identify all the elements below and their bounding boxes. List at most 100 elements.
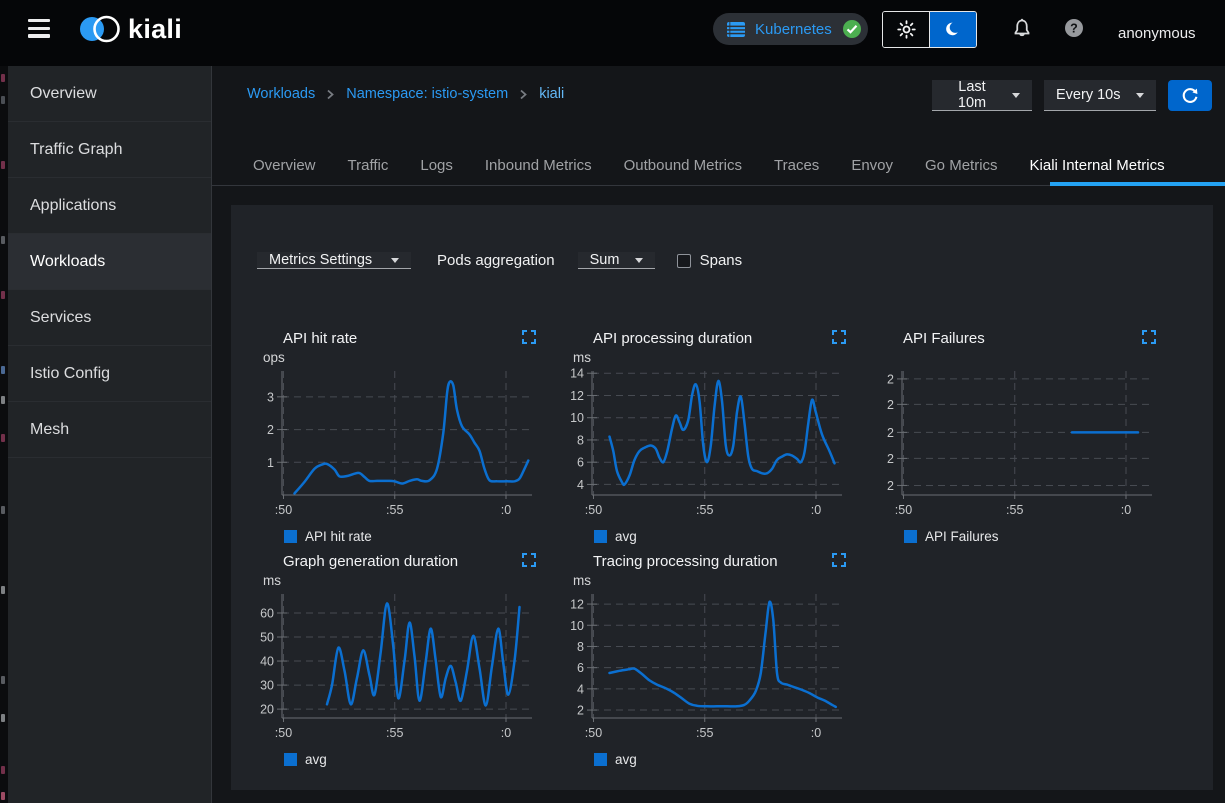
tab-overview[interactable]: Overview — [237, 145, 332, 185]
legend-item[interactable]: API hit rate — [258, 529, 540, 544]
legend-item[interactable]: avg — [568, 529, 850, 544]
refresh-button[interactable] — [1168, 80, 1212, 111]
sidebar-item-overview[interactable]: Overview — [0, 66, 211, 122]
sidebar-item-services[interactable]: Services — [0, 290, 211, 346]
artifact-speck — [1, 96, 5, 104]
y-axis-tick-label: 12 — [570, 389, 584, 403]
expand-chart-button[interactable] — [1142, 330, 1156, 347]
x-axis-tick-label: :0 — [811, 503, 821, 517]
x-axis-tick-label: :0 — [811, 726, 821, 740]
metrics-settings-select[interactable]: Metrics Settings — [257, 252, 411, 269]
expand-chart-button[interactable] — [832, 330, 846, 347]
tab-traffic[interactable]: Traffic — [332, 145, 405, 185]
legend-item[interactable]: API Failures — [878, 529, 1160, 544]
breadcrumb-link-workloads[interactable]: Workloads — [247, 86, 315, 102]
refresh-interval-select[interactable]: Every 10s — [1044, 80, 1156, 111]
tab-inbound-metrics[interactable]: Inbound Metrics — [469, 145, 608, 185]
y-axis-tick-label: 14 — [570, 367, 584, 381]
legend-swatch-icon — [904, 530, 917, 543]
caret-down-icon — [1136, 93, 1144, 98]
help-button[interactable]: ? — [1064, 18, 1084, 41]
y-axis-tick-label: 20 — [260, 703, 274, 717]
left-edge-artifact — [0, 66, 8, 803]
spans-checkbox[interactable] — [677, 254, 691, 268]
tab-traces[interactable]: Traces — [758, 145, 835, 185]
artifact-speck — [1, 236, 5, 244]
chart-plot[interactable]: :50:55:024681012 — [568, 590, 850, 742]
chart-plot[interactable]: :50:55:022222 — [878, 367, 1160, 519]
expand-chart-button[interactable] — [522, 330, 536, 347]
dark-theme-button[interactable] — [930, 12, 976, 47]
cluster-icon — [726, 20, 746, 39]
expand-chart-button[interactable] — [522, 553, 536, 570]
chart-plot[interactable]: :50:55:0468101214 — [568, 367, 850, 519]
sidebar-item-workloads[interactable]: Workloads — [0, 234, 211, 290]
chart-graph-generation-duration: Graph generation durationms:50:55:020304… — [258, 553, 540, 768]
sidebar-item-applications[interactable]: Applications — [0, 178, 211, 234]
chart-api-hit-rate: API hit rate ops:50:55:0123 API hit rate — [258, 330, 540, 545]
y-axis-tick-label: 40 — [260, 655, 274, 669]
y-axis-tick-label: 8 — [577, 433, 584, 447]
light-theme-button[interactable] — [883, 12, 930, 47]
y-axis-tick-label: 2 — [887, 372, 894, 386]
breadcrumb: Workloads Namespace: istio-system kiali — [247, 86, 564, 102]
metrics-toolbar: Metrics Settings Pods aggregation Sum Sp… — [257, 245, 742, 276]
x-axis-tick-label: :50 — [585, 726, 602, 740]
tab-envoy[interactable]: Envoy — [835, 145, 909, 185]
x-axis-tick-label: :50 — [895, 503, 912, 517]
artifact-speck — [1, 714, 5, 722]
artifact-speck — [1, 676, 5, 684]
chart-plot[interactable]: :50:55:02030405060 — [258, 590, 540, 742]
expand-icon — [832, 330, 846, 344]
expand-icon — [832, 553, 846, 567]
x-axis-tick-label: :50 — [275, 726, 292, 740]
notifications-button[interactable] — [1012, 18, 1032, 42]
chart-line-series — [610, 381, 835, 485]
legend-item[interactable]: avg — [258, 752, 540, 767]
chart-header: API Failures — [878, 330, 1160, 350]
metrics-settings-value: Metrics Settings — [269, 252, 372, 268]
tab-go-metrics[interactable]: Go Metrics — [909, 145, 1014, 185]
aggregation-select[interactable]: Sum — [578, 252, 655, 269]
expand-icon — [522, 553, 536, 567]
x-axis-tick-label: :55 — [1006, 503, 1023, 517]
chart-unit-label: ops — [258, 350, 540, 367]
x-axis-tick-label: :55 — [696, 726, 713, 740]
theme-toggle — [882, 11, 977, 48]
caret-down-icon — [635, 258, 643, 263]
y-axis-tick-label: 2 — [887, 398, 894, 412]
question-icon: ? — [1064, 18, 1084, 38]
nav-toggle-button[interactable] — [26, 17, 52, 40]
sidebar-item-istio-config[interactable]: Istio Config — [0, 346, 211, 402]
y-axis-tick-label: 2 — [267, 423, 274, 437]
sidebar-item-traffic-graph[interactable]: Traffic Graph — [0, 122, 211, 178]
tab-outbound-metrics[interactable]: Outbound Metrics — [608, 145, 758, 185]
duration-select[interactable]: Last 10m — [932, 80, 1032, 111]
kiali-logo[interactable]: kiali — [78, 11, 182, 47]
breadcrumb-link-namespace-istio-system[interactable]: Namespace: istio-system — [346, 86, 508, 102]
active-tab-underline — [1050, 182, 1225, 186]
brand-text: kiali — [128, 14, 182, 45]
tab-logs[interactable]: Logs — [404, 145, 469, 185]
legend-item[interactable]: avg — [568, 752, 850, 767]
tab-kiali-internal-metrics[interactable]: Kiali Internal Metrics — [1014, 145, 1181, 185]
cluster-selector[interactable]: Kubernetes — [713, 13, 868, 45]
y-axis-tick-label: 2 — [577, 704, 584, 718]
sidebar-item-mesh[interactable]: Mesh — [0, 402, 211, 458]
expand-icon — [1142, 330, 1156, 344]
y-axis-tick-label: 50 — [260, 631, 274, 645]
spans-label: Spans — [700, 252, 743, 269]
expand-chart-button[interactable] — [832, 553, 846, 570]
breadcrumb-link-kiali[interactable]: kiali — [539, 86, 564, 102]
y-axis-tick-label: 4 — [577, 682, 584, 696]
artifact-speck — [1, 792, 5, 800]
chart-plot[interactable]: :50:55:0123 — [258, 367, 540, 519]
artifact-speck — [1, 291, 5, 299]
artifact-speck — [1, 161, 5, 169]
svg-text:?: ? — [1070, 21, 1078, 35]
artifact-speck — [1, 586, 5, 594]
spans-checkbox-group[interactable]: Spans — [677, 252, 743, 269]
user-menu[interactable]: anonymous — [1112, 0, 1202, 66]
chart-title: API hit rate — [283, 330, 357, 347]
sidebar: OverviewTraffic GraphApplicationsWorkloa… — [0, 66, 212, 803]
